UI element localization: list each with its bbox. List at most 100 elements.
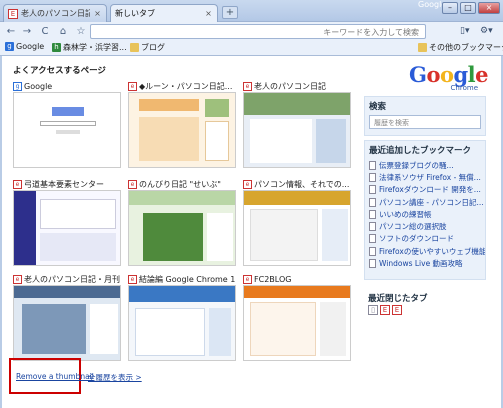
- back-button[interactable]: ←: [4, 25, 18, 38]
- thumbnail-title: 結論編 Google Chrome 1...: [139, 274, 236, 284]
- thumbnail-image: [243, 285, 351, 361]
- thumbnail-title: 老人のパソコン日記・月刊: [24, 274, 120, 284]
- page-icon: [369, 246, 376, 256]
- title-bar: E 老人のパソコン日記 × 新しいタブ × + Google – □ ×: [0, 0, 503, 22]
- recent-bookmark-item[interactable]: いいめの練習帳: [365, 208, 485, 220]
- home-button[interactable]: ⌂: [56, 25, 70, 38]
- tab-old-blog[interactable]: E 老人のパソコン日記 ×: [3, 4, 107, 22]
- thumbnail-title: のんびり日記 "せいぶ": [139, 179, 221, 189]
- page-icon: [369, 259, 376, 269]
- most-visited-heading: よくアクセスするページ: [13, 66, 106, 76]
- omnibox-input[interactable]: キーワードを入力して検索: [90, 24, 426, 39]
- thumbnail-image: [243, 92, 351, 168]
- recent-bookmarks-title: 最近追加したブックマーク: [369, 146, 472, 156]
- logo-letter: G: [409, 62, 427, 87]
- google-icon: g: [5, 42, 14, 51]
- thumbnail-title: パソコン情報、それでの...: [254, 179, 350, 189]
- history-search-placeholder: 履歴を検索: [374, 119, 409, 127]
- new-tab-button[interactable]: +: [222, 6, 238, 19]
- closed-tab-icon[interactable]: E: [380, 305, 390, 315]
- recent-bookmark-item[interactable]: 伝票登録ブログの騒...: [365, 159, 485, 171]
- thumbnail-image: [128, 190, 236, 266]
- closed-tabs-title: 最近閉じたタブ: [368, 294, 428, 304]
- folder-icon: [130, 43, 139, 52]
- site-favicon-icon: e: [13, 274, 22, 284]
- page-icon: [369, 222, 376, 232]
- show-all-history-link[interactable]: 全履歴を表示 >: [88, 372, 142, 383]
- thumbnail-site-7[interactable]: e 老人のパソコン日記・月刊: [13, 273, 121, 361]
- recent-bookmark-label: いいめの練習帳: [379, 209, 432, 219]
- history-search-input[interactable]: 履歴を検索: [369, 115, 481, 129]
- recent-bookmark-item[interactable]: Firefoxダウンロード 開発を...: [365, 184, 485, 196]
- bookmark-star-icon[interactable]: ☆: [74, 25, 88, 38]
- folder-icon: [418, 43, 427, 52]
- other-bookmarks-label: その他のブックマーク: [429, 43, 503, 52]
- site-icon: h: [52, 43, 61, 52]
- remove-thumbnail-link[interactable]: Remove a thumbnail: [16, 372, 94, 381]
- maximize-button[interactable]: □: [460, 2, 476, 14]
- site-favicon-icon: e: [243, 81, 252, 91]
- thumbnail-site-6[interactable]: e パソコン情報、それでの...: [243, 178, 351, 266]
- thumbnail-title: 弓道基本要素センター: [24, 179, 104, 189]
- close-window-button[interactable]: ×: [478, 2, 500, 14]
- closed-tab-icon[interactable]: E: [392, 305, 402, 315]
- page-icon: [369, 197, 376, 207]
- closed-tabs-list: ▯ E E: [368, 305, 402, 315]
- recent-bookmark-item[interactable]: ソフトのダウンロード: [365, 233, 485, 245]
- recent-bookmarks-list: 伝票登録ブログの騒... 法律系ソウザ Firefox - 無償... Firefo…: [365, 159, 485, 270]
- recent-bookmark-item[interactable]: 法律系ソウザ Firefox - 無償...: [365, 171, 485, 183]
- minimize-button[interactable]: –: [442, 2, 458, 14]
- logo-subtitle: Chrome: [450, 84, 479, 92]
- site-favicon-icon: e: [243, 179, 252, 189]
- bookmark-folder-blog[interactable]: ブログ: [130, 42, 165, 53]
- search-panel-title: 検索: [369, 102, 387, 112]
- thumbnail-image: [128, 92, 236, 168]
- page-icon: [369, 209, 376, 219]
- thumbnail-site-5[interactable]: e のんびり日記 "せいぶ": [128, 178, 236, 266]
- recent-bookmark-item[interactable]: Windows Live 動画攻略: [365, 257, 485, 269]
- reload-button[interactable]: C: [38, 25, 52, 38]
- omnibox-placeholder: キーワードを入力して検索: [323, 28, 419, 37]
- history-search-panel: 検索 履歴を検索: [364, 96, 486, 136]
- recent-bookmark-item[interactable]: Firefoxの使いやすいウェブ機能: [365, 245, 485, 257]
- thumbnail-image: [13, 92, 121, 168]
- thumbnail-site-2[interactable]: e ◆ルーン・パソコン日記...: [128, 80, 236, 168]
- site-favicon-icon: e: [13, 179, 22, 189]
- bookmark-label: Google: [16, 42, 45, 51]
- google-chrome-logo: Google Chrome: [409, 62, 489, 92]
- thumbnail-title: Google: [24, 81, 53, 91]
- closed-tab-icon[interactable]: ▯: [368, 305, 378, 315]
- site-favicon-icon: e: [128, 179, 137, 189]
- recent-bookmark-label: パソコン総の選択肢: [379, 222, 447, 232]
- recent-bookmarks-panel: 最近追加したブックマーク 伝票登録ブログの騒... 法律系ソウザ Firefox …: [364, 140, 486, 280]
- logo-letter: o: [426, 62, 440, 87]
- recent-bookmark-label: 法律系ソウザ Firefox - 無償...: [379, 172, 481, 182]
- bookmark-google[interactable]: g Google: [5, 42, 44, 51]
- recent-bookmark-item[interactable]: パソコン講座 - パソコン日記...: [365, 196, 485, 208]
- bookmark-label: ブログ: [141, 43, 165, 52]
- thumbnail-site-8[interactable]: e 結論編 Google Chrome 1...: [128, 273, 236, 361]
- thumbnail-site-9[interactable]: e FC2BLOG: [243, 273, 351, 361]
- forward-button[interactable]: →: [20, 25, 34, 38]
- page-menu-button[interactable]: ▯▾: [460, 25, 469, 38]
- tab-new-tab[interactable]: 新しいタブ ×: [110, 4, 218, 22]
- recent-bookmark-label: パソコン講座 - パソコン日記...: [379, 197, 484, 207]
- close-icon[interactable]: ×: [93, 9, 102, 18]
- bookmark-label: 森林学・浜学習...: [63, 43, 127, 52]
- tools-menu-button[interactable]: ⚙▾: [480, 25, 493, 38]
- thumbnail-image: [13, 285, 121, 361]
- bookmark-forest[interactable]: h 森林学・浜学習...: [52, 42, 127, 53]
- thumbnail-google[interactable]: g Google: [13, 80, 121, 168]
- thumbnail-image: [243, 190, 351, 266]
- site-favicon-icon: e: [128, 81, 137, 91]
- page-icon: [369, 160, 376, 170]
- thumbnail-site-4[interactable]: e 弓道基本要素センター: [13, 178, 121, 266]
- close-icon[interactable]: ×: [204, 9, 213, 18]
- page-icon: [369, 172, 376, 182]
- thumbnail-title: 老人のパソコン日記: [254, 81, 326, 91]
- thumbnail-site-3[interactable]: e 老人のパソコン日記: [243, 80, 351, 168]
- recent-bookmark-item[interactable]: パソコン総の選択肢: [365, 220, 485, 232]
- tab-title: 老人のパソコン日記: [21, 9, 90, 18]
- other-bookmarks[interactable]: その他のブックマーク: [418, 42, 503, 53]
- bookmarks-bar: g Google h 森林学・浜学習... ブログ その他のブックマーク: [0, 41, 503, 56]
